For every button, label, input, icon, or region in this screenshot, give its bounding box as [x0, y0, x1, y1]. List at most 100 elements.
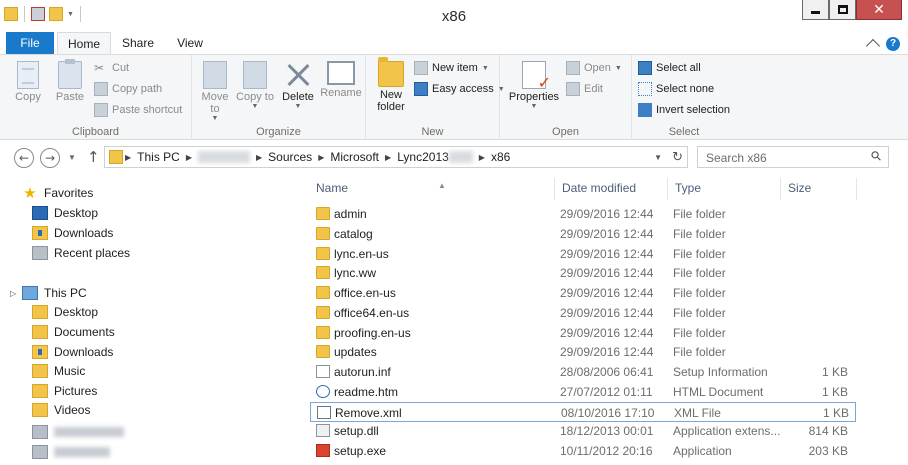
table-row[interactable]: setup.exe 10/11/2012 20:16 Application 203 …: [310, 441, 856, 461]
paste-shortcut-button[interactable]: Paste shortcut: [94, 103, 182, 117]
select-group: Select all Select none Invert selection …: [632, 55, 736, 141]
maximize-button[interactable]: [829, 0, 856, 20]
rename-icon: [327, 61, 355, 85]
table-row[interactable]: admin 29/09/2016 12:44 File folder: [310, 204, 856, 224]
table-row[interactable]: office.en-us 29/09/2016 12:44 File folder: [310, 283, 856, 303]
nav-fav-desktop[interactable]: Desktop: [32, 206, 98, 220]
tab-file[interactable]: File: [6, 32, 54, 54]
invert-selection-button[interactable]: Invert selection: [638, 103, 730, 117]
select-all-button[interactable]: Select all: [638, 61, 701, 75]
close-button[interactable]: ✕: [856, 0, 902, 20]
breadcrumb-chevron-icon[interactable]: ▶: [385, 153, 391, 162]
expand-this-pc-chevron-icon[interactable]: ▷: [10, 289, 16, 298]
minimize-ribbon-chevron-icon[interactable]: [865, 38, 881, 54]
column-divider[interactable]: [856, 178, 857, 200]
nav-fav-recent-places[interactable]: Recent places: [32, 246, 130, 260]
breadcrumb-this-pc[interactable]: This PC: [137, 150, 180, 164]
copy-button[interactable]: Copy: [10, 61, 46, 103]
paste-button[interactable]: Paste: [52, 59, 88, 103]
address-history-chevron-icon[interactable]: ▼: [654, 153, 662, 162]
new-item-chevron-icon: ▼: [481, 64, 489, 72]
up-arrow-icon[interactable]: ↑: [87, 148, 100, 166]
exe-file-icon: [316, 444, 330, 457]
help-icon[interactable]: ?: [886, 36, 900, 51]
open-icon: [566, 61, 580, 75]
file-type: File folder: [673, 306, 726, 320]
table-row[interactable]: readme.htm 27/07/2012 01:11 HTML Document 1…: [310, 382, 856, 402]
nav-pc-documents[interactable]: Documents: [32, 325, 115, 339]
table-row[interactable]: setup.dll 18/12/2013 00:01 Application ext…: [310, 421, 856, 441]
nav-fav-downloads-label: Downloads: [54, 226, 114, 240]
back-button[interactable]: ←: [14, 148, 34, 168]
table-row[interactable]: updates 29/09/2016 12:44 File folder: [310, 342, 856, 362]
breadcrumb-chevron-icon[interactable]: ▶: [186, 153, 192, 162]
easy-access-button[interactable]: Easy access ▼: [414, 82, 505, 96]
delete-button[interactable]: Delete ▼: [278, 61, 318, 110]
breadcrumb-lync2013[interactable]: Lync2013: [397, 150, 449, 164]
file-date-modified: 29/09/2016 12:44: [560, 227, 654, 241]
new-folder-button[interactable]: New folder: [372, 57, 410, 113]
edit-button[interactable]: Edit: [566, 82, 603, 96]
copy-to-button[interactable]: Copy to ▼: [236, 61, 274, 110]
breadcrumb-chevron-icon[interactable]: ▶: [256, 153, 262, 162]
nav-pc-desktop[interactable]: Desktop: [32, 305, 98, 319]
easy-access-icon: [414, 82, 428, 96]
file-name: proofing.en-us: [334, 326, 411, 340]
nav-pc-music[interactable]: Music: [32, 364, 85, 378]
open-button[interactable]: Open ▼: [566, 61, 622, 75]
inf-file-icon: [316, 365, 330, 378]
table-row[interactable]: proofing.en-us 29/09/2016 12:44 File folde…: [310, 323, 856, 343]
table-row[interactable]: lync.ww 29/09/2016 12:44 File folder: [310, 263, 856, 283]
minimize-button[interactable]: [802, 0, 829, 20]
table-row[interactable]: catalog 29/09/2016 12:44 File folder: [310, 224, 856, 244]
tab-share[interactable]: Share: [116, 32, 160, 54]
address-bar[interactable]: ▶ This PC ▶ ▶ Sources ▶ Microsoft ▶ Lync…: [104, 146, 688, 168]
search-icon[interactable]: ⚲: [869, 148, 886, 165]
file-name: setup.dll: [334, 424, 379, 438]
breadcrumb-chevron-icon[interactable]: ▶: [318, 153, 324, 162]
file-type: File folder: [673, 247, 726, 261]
refresh-icon[interactable]: ↻: [672, 150, 683, 165]
nav-fav-downloads[interactable]: Downloads: [32, 226, 113, 240]
breadcrumb-chevron-icon[interactable]: ▶: [479, 153, 485, 162]
column-header-date[interactable]: Date modified: [554, 176, 667, 200]
file-date-modified: 10/11/2012 20:16: [560, 444, 653, 458]
breadcrumb-redacted[interactable]: [198, 151, 250, 163]
table-row[interactable]: autorun.inf 28/08/2006 06:41 Setup Informa…: [310, 362, 856, 382]
select-none-button[interactable]: Select none: [638, 82, 714, 96]
new-item-button[interactable]: New item ▼: [414, 61, 489, 75]
move-to-button[interactable]: Move to ▼: [196, 61, 234, 122]
nav-this-pc[interactable]: This PC: [22, 286, 87, 300]
table-row[interactable]: Remove.xml 08/10/2016 17:10 XML File 1 KB: [310, 402, 856, 422]
column-header-type[interactable]: Type: [667, 176, 780, 200]
nav-favorites[interactable]: ★ Favorites: [22, 186, 93, 201]
breadcrumb-chevron-icon[interactable]: ▶: [125, 153, 131, 162]
tab-view[interactable]: View: [170, 32, 210, 54]
nav-pc-pictures[interactable]: Pictures: [32, 384, 97, 398]
search-box[interactable]: Search x86 ⚲: [697, 146, 889, 168]
table-row[interactable]: office64.en-us 29/09/2016 12:44 File folde…: [310, 303, 856, 323]
nav-pc-videos[interactable]: Videos: [32, 403, 90, 417]
folder-icon: [316, 326, 330, 339]
file-type: File folder: [673, 227, 726, 241]
breadcrumb-microsoft[interactable]: Microsoft: [330, 150, 379, 164]
cut-label: Cut: [112, 62, 130, 74]
nav-pc-drive-redacted[interactable]: [32, 425, 124, 439]
nav-pc-drive-redacted[interactable]: [32, 445, 110, 459]
properties-button[interactable]: Properties ▼: [506, 61, 562, 110]
cut-button[interactable]: ✂ Cut: [94, 61, 129, 75]
recent-locations-chevron-icon[interactable]: ▼: [68, 153, 76, 162]
nav-pc-downloads[interactable]: Downloads: [32, 345, 113, 359]
column-header-date-label: Date modified: [562, 181, 637, 195]
copy-path-button[interactable]: Copy path: [94, 82, 162, 96]
column-header-size[interactable]: Size: [780, 176, 856, 200]
tab-home[interactable]: Home: [57, 32, 111, 54]
search-input[interactable]: Search x86: [706, 151, 767, 165]
rename-button[interactable]: Rename: [320, 61, 362, 99]
column-header-name[interactable]: ▲ Name: [308, 176, 554, 200]
breadcrumb-sources[interactable]: Sources: [268, 150, 312, 164]
minimize-icon: [811, 11, 820, 14]
table-row[interactable]: lync.en-us 29/09/2016 12:44 File folder: [310, 244, 856, 264]
forward-button[interactable]: →: [40, 148, 60, 168]
breadcrumb-x86[interactable]: x86: [491, 150, 510, 164]
